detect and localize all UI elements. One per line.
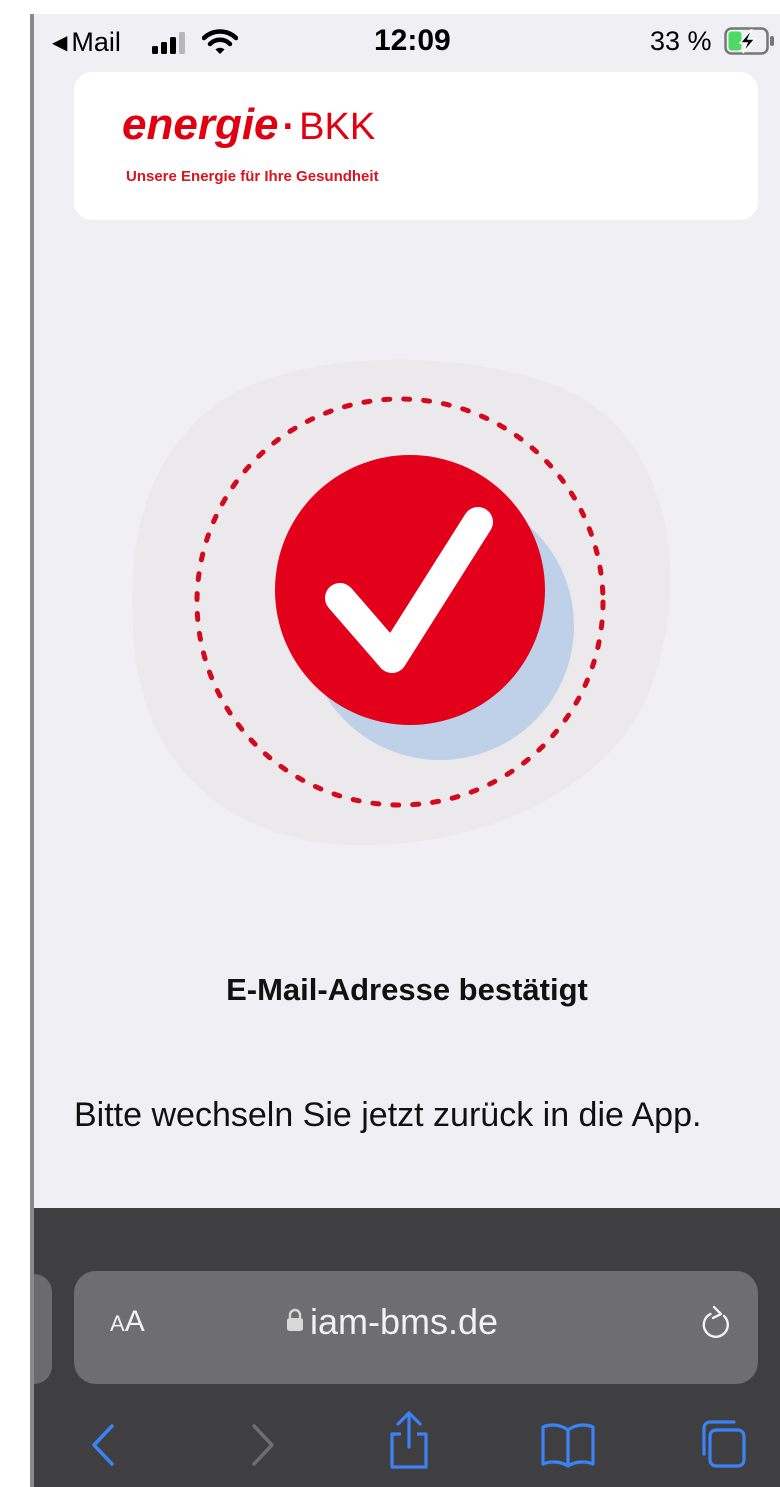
tabs-icon[interactable] <box>698 1418 748 1470</box>
signal-icon <box>152 32 185 54</box>
logo-separator: · <box>282 106 296 148</box>
forward-icon[interactable] <box>250 1423 276 1467</box>
url-text: iam-bms.de <box>310 1301 499 1342</box>
battery-percentage: 33 % <box>650 26 712 56</box>
back-to-app-button[interactable]: ◀ Mail <box>52 22 121 62</box>
left-bezel <box>0 0 34 1487</box>
share-icon[interactable] <box>384 1409 434 1471</box>
reload-icon[interactable] <box>700 1303 734 1343</box>
back-icon[interactable] <box>90 1423 116 1467</box>
instruction-text: Bitte wechseln Sie jetzt zurück in die A… <box>74 1096 702 1134</box>
browser-toolbar: AA iam-bms.de <box>34 1208 780 1487</box>
checkmark-circle-icon <box>132 359 671 846</box>
phone-frame: ◀ Mail 12:09 33 % energie · BKK Unsere E… <box>0 0 780 1487</box>
page-title: E-Mail-Adresse bestätigt <box>226 972 588 1007</box>
logo-tagline: Unsere Energie für Ihre Gesundheit <box>126 168 379 185</box>
address-bar[interactable]: AA iam-bms.de <box>74 1271 758 1384</box>
lock-icon <box>287 1308 303 1331</box>
logo-bkk-text: BKK <box>299 106 376 148</box>
battery-charging-icon <box>724 27 774 55</box>
back-app-label: Mail <box>71 26 121 57</box>
status-time: 12:09 <box>374 24 451 57</box>
reader-mode-button[interactable]: AA <box>110 1305 145 1339</box>
logo-energie-text: energie <box>122 100 279 149</box>
red-circle <box>275 455 545 725</box>
wifi-icon <box>202 29 238 54</box>
status-bar: ◀ Mail 12:09 33 % <box>34 14 780 68</box>
energie-bkk-logo: energie · BKK <box>122 100 375 160</box>
logo-card: energie · BKK Unsere Energie für Ihre Ge… <box>74 72 758 220</box>
previous-tab-peek[interactable] <box>34 1274 52 1384</box>
bookmarks-icon[interactable] <box>540 1422 596 1468</box>
back-triangle-icon: ◀ <box>52 31 68 54</box>
screen: ◀ Mail 12:09 33 % energie · BKK Unsere E… <box>34 14 780 1487</box>
